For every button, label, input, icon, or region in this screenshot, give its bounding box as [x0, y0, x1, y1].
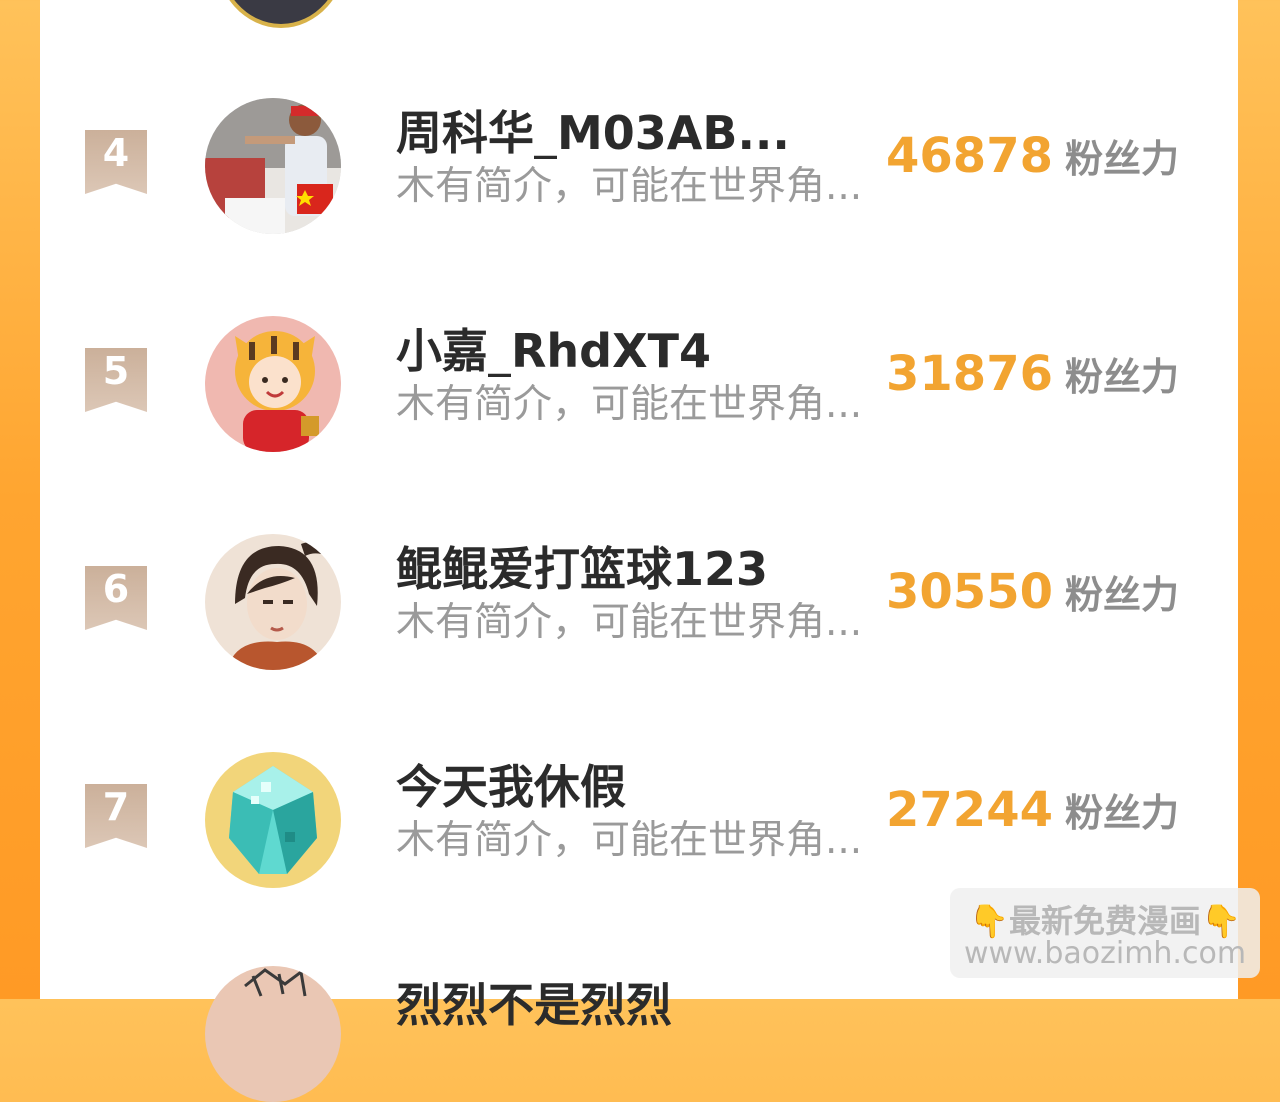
fan-score-value: 30550	[886, 564, 1053, 620]
avatar-cartoon-tiger-boy-icon	[205, 316, 341, 452]
user-name[interactable]: 小嘉_RhdXT4	[396, 326, 876, 377]
avatar-partial-top[interactable]	[215, 0, 347, 28]
pointing-down-hand-icon: 👇	[969, 902, 1009, 940]
avatar[interactable]	[205, 752, 341, 888]
avatar[interactable]	[205, 316, 341, 452]
rank-badge: 6	[85, 566, 147, 630]
rank-number: 7	[102, 785, 130, 829]
rank-number: 4	[102, 131, 130, 175]
fan-score-unit: 粉丝力	[1065, 355, 1180, 399]
fan-score-value: 31876	[886, 346, 1053, 402]
user-name[interactable]: 烈烈不是烈烈	[396, 980, 876, 1031]
watermark-url: www.baozimh.com	[963, 936, 1247, 971]
rank-row[interactable]: 6 鲲鲲爱打篮球123 木有简介，可能在世界角... 30550 粉丝力	[40, 516, 1238, 670]
ranking-panel: 4 周科华_M03AB... 木有简介，可能在世界角... 46878粉丝力	[40, 0, 1238, 1102]
avatar[interactable]	[205, 966, 341, 1102]
user-bio: 木有简介，可能在世界角...	[396, 166, 863, 209]
fan-score: 31876 粉丝力	[886, 350, 1216, 398]
user-name[interactable]: 今天我休假	[396, 762, 876, 813]
fan-score-unit: 粉丝力	[1065, 791, 1180, 835]
avatar-photo-man-icon	[205, 98, 341, 234]
user-name[interactable]: 周科华_M03AB...	[396, 108, 876, 159]
rank-number: 6	[102, 567, 130, 611]
avatar[interactable]	[205, 98, 341, 234]
rank-number: 5	[102, 349, 130, 393]
rank-row[interactable]: 4 周科华_M03AB... 木有简介，可能在世界角... 46878 粉丝力	[40, 80, 1238, 234]
avatar-sketch-icon	[205, 966, 341, 1102]
pointing-down-hand-icon: 👇	[1201, 902, 1241, 940]
fan-score: 27244 粉丝力	[886, 786, 1216, 834]
fan-score-value: 27244	[886, 782, 1053, 838]
fan-score-unit: 粉丝力	[1065, 137, 1180, 181]
avatar[interactable]	[205, 534, 341, 670]
watermark-title-text: 最新免费漫画	[1008, 902, 1201, 940]
site-watermark: 👇最新免费漫画👇 www.baozimh.com	[950, 888, 1260, 978]
user-name[interactable]: 鲲鲲爱打篮球123	[396, 544, 876, 595]
user-bio: 木有简介，可能在世界角...	[396, 820, 863, 863]
user-bio: 木有简介，可能在世界角...	[396, 602, 863, 645]
user-bio: 木有简介，可能在世界角...	[396, 384, 863, 427]
rank-badge: 5	[85, 348, 147, 412]
rank-badge: 7	[85, 784, 147, 848]
fan-score-unit: 粉丝力	[1065, 573, 1180, 617]
fan-score: 46878 粉丝力	[886, 132, 1216, 180]
fan-score-value: 46878	[886, 128, 1053, 184]
fan-score: 30550 粉丝力	[886, 568, 1216, 616]
rank-row[interactable]: 5 小嘉_RhdXT4 木有简介，可能在世界角... 31876 粉丝力	[40, 298, 1238, 452]
avatar-diamond-icon	[205, 752, 341, 888]
avatar-anime-boy-icon	[205, 534, 341, 670]
rank-badge: 4	[85, 130, 147, 194]
rank-row[interactable]: 7 今天我休假 木有简介，可能在世界角... 27244 粉丝力	[40, 734, 1238, 888]
